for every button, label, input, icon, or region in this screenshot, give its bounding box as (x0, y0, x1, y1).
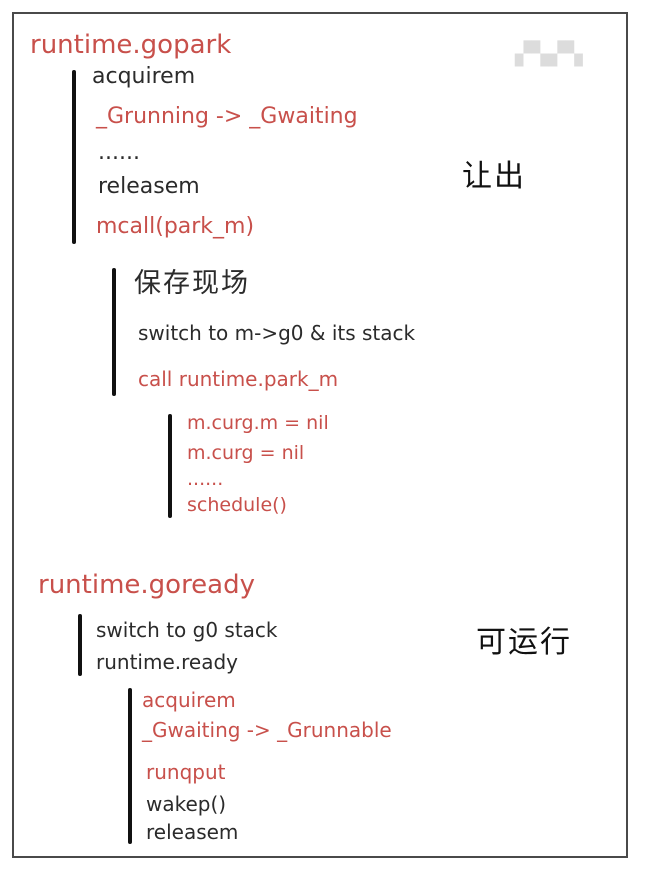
park-m-line-ellipsis: ...... (187, 468, 224, 490)
ready-line-acquirem: acquirem (142, 688, 236, 712)
watermark-logo: ▞▚▞▚ (515, 42, 583, 67)
gopark-line-releasem: releasem (98, 174, 200, 199)
goready-label-runnable: 可运行 (476, 625, 572, 660)
mcall-line-call: call runtime.park_m (138, 367, 339, 391)
gopark-bracket (72, 70, 76, 244)
goready-line-ready: runtime.ready (96, 650, 238, 674)
ready-line-status: _Gwaiting -> _Grunnable (142, 718, 392, 742)
gopark-line-acquirem: acquirem (92, 64, 196, 89)
ready-bracket (128, 688, 132, 844)
ready-line-releasem: releasem (146, 820, 239, 844)
ready-line-wakep: wakep() (146, 792, 227, 816)
park-m-line-schedule: schedule() (187, 494, 287, 516)
gopark-line-mcall: mcall(park_m) (96, 214, 255, 239)
park-m-line-curg: m.curg = nil (187, 442, 305, 464)
goready-title: runtime.goready (38, 570, 256, 600)
goready-line-switch: switch to g0 stack (96, 618, 278, 642)
gopark-title: runtime.gopark (30, 30, 232, 60)
mcall-line-switch: switch to m->g0 & its stack (138, 321, 416, 345)
ready-line-runqput: runqput (146, 760, 226, 784)
park-m-bracket (168, 414, 172, 518)
gopark-label-yield: 让出 (462, 159, 526, 194)
gopark-line-status: _Grunning -> _Gwaiting (96, 104, 358, 129)
mcall-heading: 保存现场 (134, 268, 250, 299)
mcall-bracket (112, 268, 116, 396)
goready-bracket (78, 614, 82, 676)
gopark-line-ellipsis: ...... (98, 140, 140, 165)
park-m-line-curg-m: m.curg.m = nil (187, 412, 329, 434)
